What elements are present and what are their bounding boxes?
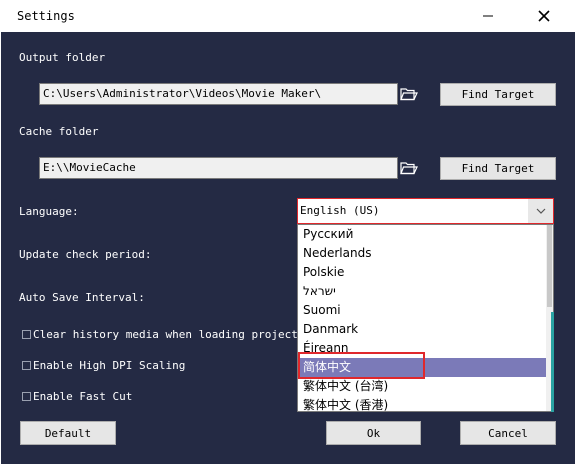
language-option[interactable]: Danmark bbox=[299, 320, 546, 339]
close-button[interactable] bbox=[522, 0, 566, 32]
language-selected-value: English (US) bbox=[300, 204, 380, 217]
language-option[interactable]: 繁体中文 (香港) bbox=[299, 396, 546, 411]
language-option[interactable]: Русский bbox=[299, 225, 546, 244]
language-option[interactable]: 繁体中文 (台湾) bbox=[299, 377, 546, 396]
output-folder-browse[interactable] bbox=[398, 83, 420, 105]
output-folder-input[interactable]: C:\Users\Administrator\Videos\Movie Make… bbox=[39, 83, 398, 105]
close-icon bbox=[538, 10, 550, 22]
language-option[interactable]: Polskie bbox=[299, 263, 546, 282]
cache-folder-label: Cache folder bbox=[19, 125, 99, 138]
default-button[interactable]: Default bbox=[20, 421, 116, 445]
fast-cut-checkbox[interactable] bbox=[22, 392, 31, 401]
folder-icon bbox=[400, 162, 418, 175]
cancel-button[interactable]: Cancel bbox=[460, 421, 556, 445]
scrollbar-thumb[interactable] bbox=[547, 225, 552, 307]
language-option[interactable]: ישראל bbox=[299, 282, 546, 301]
minimize-icon bbox=[483, 15, 493, 17]
output-find-target-button[interactable]: Find Target bbox=[440, 83, 556, 106]
auto-save-label: Auto Save Interval: bbox=[19, 291, 145, 304]
title-bar: Settings bbox=[0, 0, 576, 32]
language-select[interactable]: English (US) bbox=[297, 198, 554, 224]
cache-folder-browse[interactable] bbox=[398, 157, 420, 179]
cache-find-target-button[interactable]: Find Target bbox=[440, 157, 556, 180]
language-option[interactable]: Suomi bbox=[299, 301, 546, 320]
language-option[interactable]: Nederlands bbox=[299, 244, 546, 263]
clear-history-label: Clear history media when loading project bbox=[33, 328, 298, 341]
window-title: Settings bbox=[17, 9, 75, 23]
cache-folder-input[interactable]: E:\\MovieCache bbox=[39, 157, 398, 179]
high-dpi-checkbox[interactable] bbox=[22, 361, 31, 370]
chevron-down-icon bbox=[536, 208, 545, 214]
language-dropdown-toggle[interactable] bbox=[528, 199, 553, 223]
high-dpi-label: Enable High DPI Scaling bbox=[33, 359, 186, 372]
output-folder-label: Output folder bbox=[19, 51, 106, 64]
minimize-button[interactable] bbox=[466, 0, 510, 32]
folder-icon bbox=[400, 88, 418, 101]
update-check-label: Update check period: bbox=[19, 248, 152, 261]
clear-history-checkbox[interactable] bbox=[22, 330, 31, 339]
language-dropdown-list: Русский Nederlands Polskie ישראל Suomi D… bbox=[297, 224, 554, 412]
selection-annotation-box bbox=[298, 352, 425, 379]
language-label: Language: bbox=[19, 205, 79, 218]
list-edge-accent bbox=[551, 312, 554, 412]
ok-button[interactable]: Ok bbox=[326, 421, 421, 445]
fast-cut-label: Enable Fast Cut bbox=[33, 390, 133, 403]
